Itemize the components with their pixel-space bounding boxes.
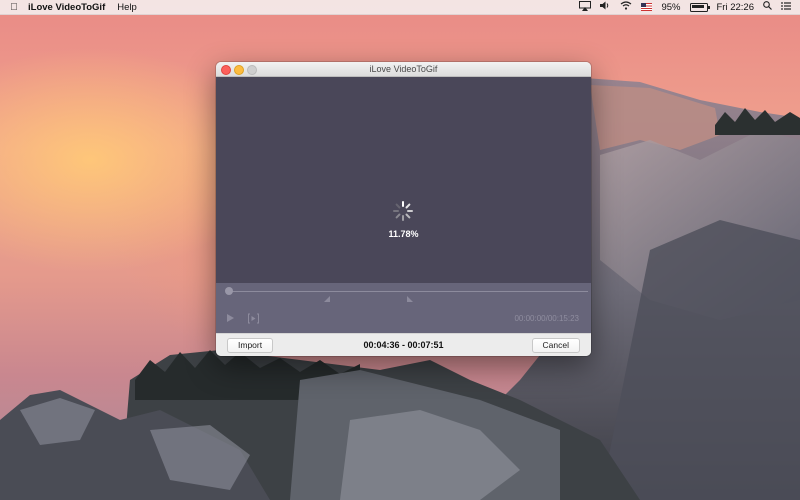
close-window-button[interactable] — [221, 65, 231, 75]
timecode-display: 00:00:00/00:15:23 — [514, 314, 579, 323]
spotlight-icon[interactable] — [763, 1, 772, 13]
apple-icon[interactable]:  — [0, 2, 28, 13]
window-title: iLove VideoToGif — [369, 64, 438, 74]
wifi-icon[interactable] — [620, 1, 632, 13]
notification-center-icon[interactable] — [781, 1, 791, 13]
menu-app-name[interactable]: iLove VideoToGif — [28, 2, 105, 13]
airplay-icon[interactable] — [579, 0, 592, 14]
playhead-handle[interactable] — [225, 287, 233, 295]
timeline-track[interactable] — [226, 291, 588, 292]
battery-percent[interactable]: 95% — [661, 2, 680, 13]
loading-spinner-icon — [393, 201, 413, 221]
window-titlebar[interactable]: iLove VideoToGif — [216, 62, 591, 77]
app-window: iLove VideoToGif 11.78% 00:00:00/00:15:2… — [216, 62, 591, 356]
us-flag-icon[interactable] — [641, 3, 653, 11]
frame-step-icon[interactable] — [248, 313, 259, 324]
video-preview-area: 11.78% — [216, 77, 591, 283]
volume-icon[interactable] — [600, 1, 611, 13]
play-icon[interactable] — [227, 314, 234, 322]
import-button[interactable]: Import — [227, 338, 274, 353]
cancel-button[interactable]: Cancel — [531, 338, 580, 353]
menu-help[interactable]: Help — [117, 2, 137, 13]
timeline-panel: 00:00:00/00:15:23 — [216, 283, 591, 333]
menu-clock[interactable]: Fri 22:26 — [717, 2, 755, 13]
battery-icon[interactable] — [689, 2, 710, 12]
bottom-toolbar: 00:04:36 - 00:07:51 Import Cancel — [216, 333, 591, 356]
range-end-handle[interactable] — [407, 296, 413, 302]
conversion-progress-text: 11.78% — [388, 229, 419, 239]
menu-bar:  iLove VideoToGif Help 95% Fri 22:26 — [0, 0, 800, 15]
zoom-window-button[interactable] — [247, 65, 257, 75]
range-start-handle[interactable] — [324, 296, 330, 302]
minimize-window-button[interactable] — [234, 65, 244, 75]
